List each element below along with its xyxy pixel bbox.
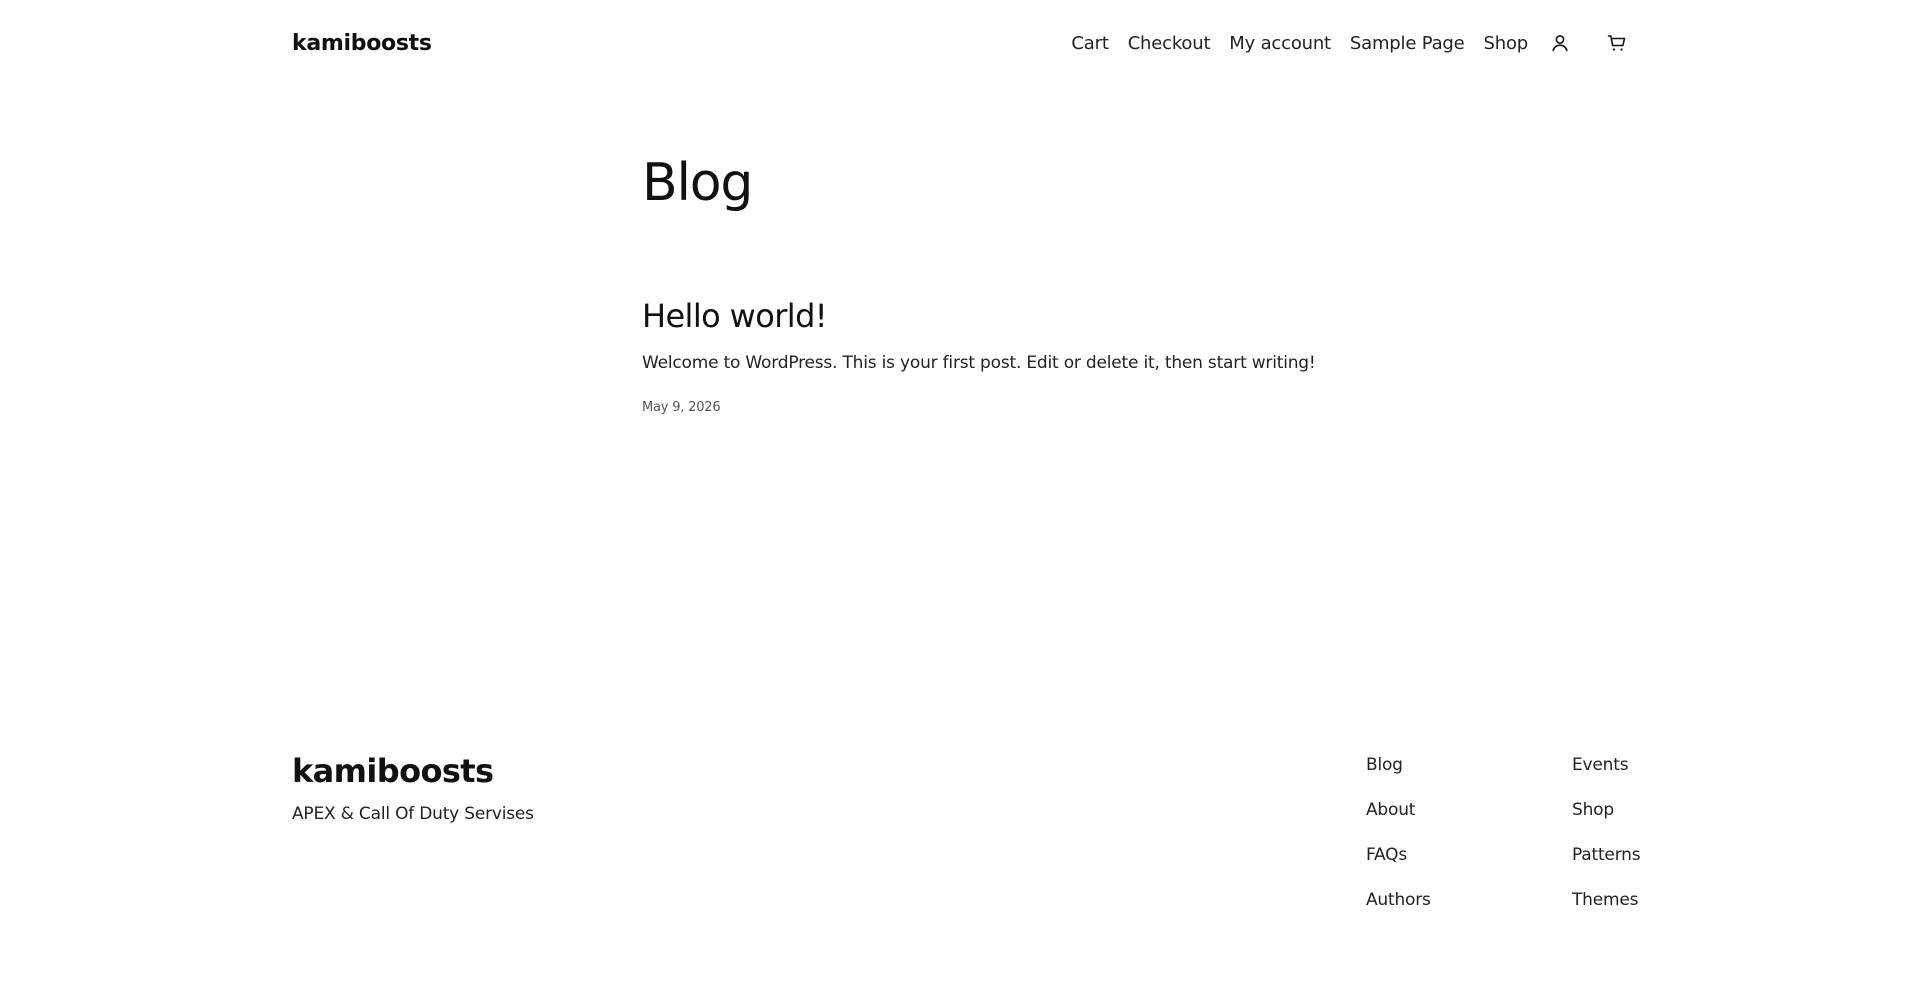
footer-link-authors[interactable]: Authors: [1366, 887, 1431, 913]
shopping-cart-icon[interactable]: [1604, 30, 1630, 56]
footer-nav-column-2: Events Shop Patterns Themes: [1572, 752, 1641, 913]
footer-brand: kamiboosts APEX & Call Of Duty Servises: [292, 748, 534, 824]
footer-site-title-link[interactable]: kamiboosts: [292, 752, 494, 790]
footer-link-faqs[interactable]: FAQs: [1366, 842, 1431, 868]
main-content: Blog Hello world! Welcome to WordPress. …: [642, 150, 1402, 415]
primary-navigation: Cart Checkout My account Sample Page Sho…: [1071, 30, 1630, 56]
page-title: Blog: [642, 153, 753, 213]
nav-link-checkout[interactable]: Checkout: [1128, 33, 1211, 54]
post-date-link[interactable]: May 9, 2026: [642, 400, 721, 415]
post-excerpt: Welcome to WordPress. This is your first…: [642, 353, 1316, 373]
post-item: Hello world! Welcome to WordPress. This …: [642, 296, 1402, 415]
footer-link-themes[interactable]: Themes: [1572, 887, 1640, 913]
nav-link-sample-page[interactable]: Sample Page: [1350, 33, 1465, 54]
nav-link-my-account[interactable]: My account: [1229, 33, 1331, 54]
post-title: Hello world!: [642, 296, 1402, 336]
post-title-link[interactable]: Hello world!: [642, 297, 828, 335]
footer-link-blog[interactable]: Blog: [1366, 752, 1431, 778]
user-icon[interactable]: [1547, 30, 1573, 56]
nav-link-cart[interactable]: Cart: [1071, 33, 1108, 54]
footer-nav-column-1: Blog About FAQs Authors: [1366, 752, 1431, 913]
post-date: May 9, 2026: [642, 400, 1402, 415]
site-footer: kamiboosts APEX & Call Of Duty Servises …: [292, 748, 1642, 928]
footer-link-shop[interactable]: Shop: [1572, 797, 1640, 823]
site-title-link[interactable]: kamiboosts: [292, 31, 432, 56]
nav-link-shop[interactable]: Shop: [1484, 33, 1529, 54]
footer-link-events[interactable]: Events: [1572, 752, 1640, 778]
footer-tagline: APEX & Call Of Duty Servises: [292, 804, 534, 824]
footer-link-patterns[interactable]: Patterns: [1572, 842, 1641, 868]
site-header: kamiboosts Cart Checkout My account Samp…: [292, 26, 1630, 60]
footer-link-about[interactable]: About: [1366, 797, 1431, 823]
